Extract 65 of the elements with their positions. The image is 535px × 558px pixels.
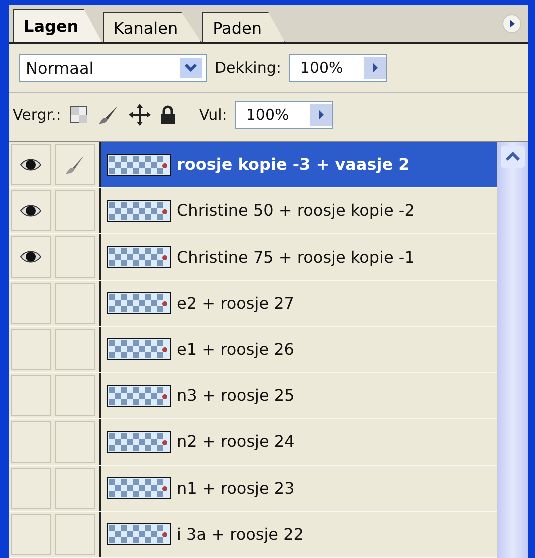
move-icon[interactable] — [129, 104, 152, 126]
layer-name: n3 + roosje 25 — [177, 386, 295, 406]
layer-row[interactable]: Christine 50 + roosje kopie -2 — [9, 188, 497, 234]
visibility-toggle[interactable] — [11, 421, 51, 463]
panel-menu-icon[interactable] — [502, 14, 522, 34]
layer-name: roosje kopie -3 + vaasje 2 — [177, 155, 410, 174]
eye-icon — [20, 202, 42, 219]
tab[interactable]: Kanalen — [102, 12, 202, 42]
fill-field[interactable]: 100% — [235, 101, 334, 129]
lock-label: Vergr.: — [13, 106, 62, 124]
layer-row[interactable]: e1 + roosje 26 — [9, 326, 497, 374]
layer-row[interactable]: n1 + roosje 23 — [9, 466, 497, 512]
link-toggle[interactable] — [55, 375, 95, 416]
visibility-toggle[interactable] — [11, 328, 51, 370]
visibility-toggle[interactable] — [11, 144, 51, 186]
layer-thumbnail — [107, 200, 171, 222]
layer-thumbnail — [107, 523, 171, 546]
layer-name: e1 + roosje 26 — [177, 340, 294, 359]
link-toggle[interactable] — [55, 236, 95, 278]
layer-name: n1 + roosje 23 — [177, 478, 295, 498]
layer-row[interactable]: n2 + roosje 24 — [9, 419, 497, 466]
layer-name: n2 + roosje 24 — [177, 432, 295, 452]
layer-name: i 3a + roosje 22 — [177, 524, 304, 544]
layer-thumbnail — [107, 154, 171, 176]
opacity-label: Dekking: — [215, 59, 282, 77]
link-toggle[interactable] — [55, 468, 95, 509]
layer-row[interactable]: n3 + roosje 25 — [9, 373, 497, 420]
visibility-toggle[interactable] — [11, 236, 51, 278]
tab[interactable]: Paden — [202, 12, 285, 42]
layer-thumbnail — [107, 246, 171, 268]
link-toggle[interactable] — [55, 514, 95, 555]
lock-transparency-icon[interactable] — [69, 105, 90, 125]
arrow-right-icon — [364, 57, 386, 79]
layer-thumbnail — [107, 338, 171, 360]
eye-icon — [20, 249, 42, 266]
blend-mode-dropdown[interactable]: Normaal — [19, 54, 207, 82]
layer-row[interactable]: i 3a + roosje 22 — [9, 512, 497, 558]
layer-row[interactable]: roosje kopie -3 + vaasje 2 — [9, 142, 497, 188]
layer-row[interactable]: e2 + roosje 27 — [9, 280, 497, 327]
layer-thumbnail — [107, 477, 171, 500]
visibility-toggle[interactable] — [11, 190, 51, 232]
visibility-toggle[interactable] — [11, 375, 51, 416]
scroll-up-icon[interactable] — [501, 146, 525, 168]
visibility-toggle[interactable] — [11, 282, 51, 324]
arrow-right-icon — [310, 104, 332, 126]
visibility-toggle[interactable] — [11, 468, 51, 509]
link-toggle[interactable] — [55, 190, 95, 232]
lock-icon[interactable] — [159, 105, 178, 125]
layer-name: e2 + roosje 27 — [177, 294, 294, 313]
layer-thumbnail — [107, 292, 171, 314]
link-toggle[interactable] — [55, 328, 95, 370]
layer-thumbnail — [107, 384, 171, 407]
eye-icon — [20, 156, 42, 173]
layer-row[interactable]: Christine 75 + roosje kopie -1 — [9, 234, 497, 281]
link-toggle[interactable] — [55, 421, 95, 463]
visibility-toggle[interactable] — [11, 514, 51, 555]
link-toggle[interactable] — [55, 282, 95, 324]
fill-label: Vul: — [199, 106, 228, 124]
opacity-field[interactable]: 100% — [289, 54, 388, 82]
layer-name: Christine 50 + roosje kopie -2 — [177, 201, 415, 220]
layer-thumbnail — [107, 430, 171, 453]
scrollbar[interactable] — [498, 142, 528, 558]
layer-name: Christine 75 + roosje kopie -1 — [177, 248, 415, 267]
tab[interactable]: Lagen — [13, 9, 102, 42]
link-toggle[interactable] — [55, 144, 95, 186]
